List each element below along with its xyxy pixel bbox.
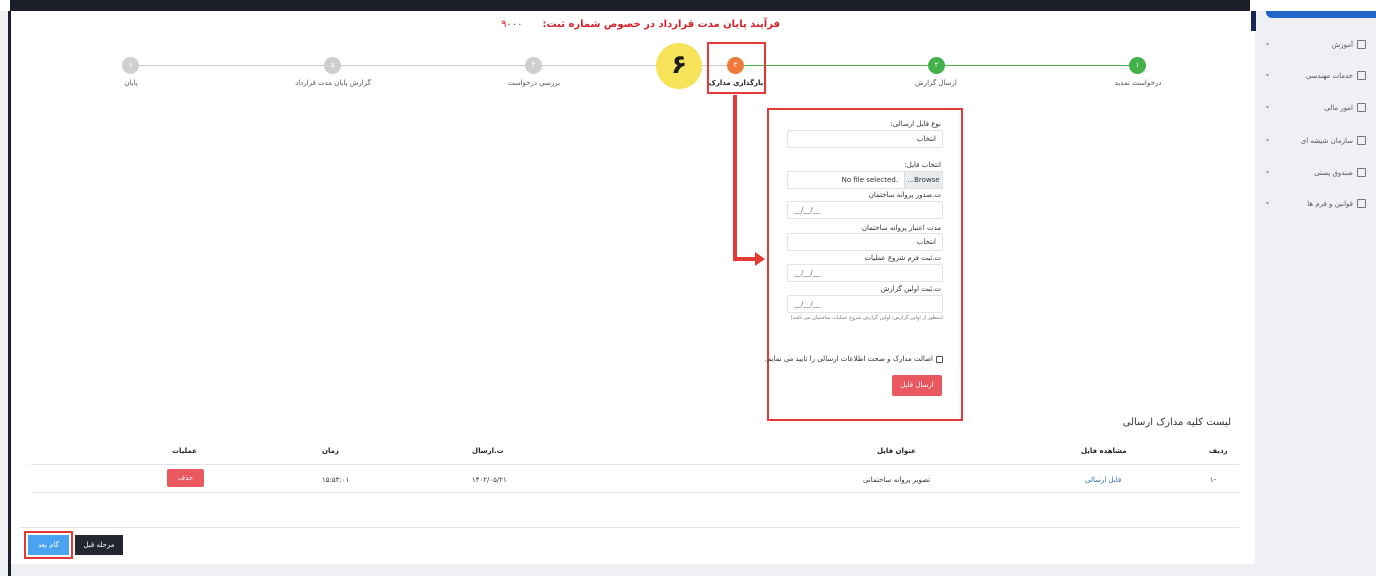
sidebar-item-glass-organization[interactable]: سازمان شیشه ای ▾	[1266, 136, 1366, 145]
first-report-label: ت.ثبت اولین گزارش	[880, 285, 941, 293]
permit-validity-label: مدت اعتبار پروانه ساختمان	[861, 224, 941, 232]
sidebar-item-mailbox[interactable]: صندوق پستی ▾	[1266, 168, 1366, 177]
top-frame	[0, 0, 1376, 11]
row-1-number: ۱-	[1210, 476, 1217, 484]
confirm-text: اصالت مدارک و صحت اطلاعات ارسالی را تایی…	[764, 355, 933, 363]
step-4-circle[interactable]: ۴	[525, 57, 542, 74]
chevron-down-icon: ▾	[1266, 104, 1270, 111]
annotation-arrow-vertical	[733, 95, 737, 261]
chevron-down-icon: ▾	[1266, 41, 1270, 48]
title-text: فرآیند پایان مدت قرارداد در خصوص شماره ث…	[542, 19, 780, 30]
sidebar-item-engineering[interactable]: خدمات مهندسی ▾	[1266, 71, 1366, 80]
send-file-button[interactable]: ارسال فایل	[892, 375, 942, 396]
sidebar-item-education[interactable]: آموزش ▾	[1266, 40, 1366, 49]
row-1-file-title: تصویر پروانه ساختمانی	[863, 476, 931, 484]
file-type-select[interactable]: انتخاب	[787, 130, 943, 148]
stepper-line-pending	[135, 65, 735, 66]
step-1-circle[interactable]: ۱	[1129, 57, 1146, 74]
sidebar-item-label: امور مالی	[1324, 103, 1353, 112]
sidebar-item-label: آموزش	[1331, 40, 1353, 49]
record-number: ۹۰۰۰	[501, 19, 523, 30]
finance-icon	[1357, 103, 1366, 112]
chevron-down-icon: ▾	[1266, 72, 1270, 79]
sidebar-item-finance[interactable]: امور مالی ▾	[1266, 103, 1366, 112]
education-icon	[1357, 40, 1366, 49]
step-5-label: گزارش پایان مدت قرارداد	[295, 79, 371, 87]
step-5-circle[interactable]: ۵	[324, 57, 341, 74]
rules-icon	[1357, 199, 1366, 208]
table-row-divider	[31, 492, 1239, 493]
chevron-down-icon: ▾	[1266, 137, 1270, 144]
step-6-circle[interactable]: ۶	[122, 57, 139, 74]
upload-form: نوع فایل ارسالی: انتخاب انتخاب فایل: No …	[765, 108, 963, 421]
header-file-title: عنوان فایل	[877, 447, 916, 455]
header-view-file: مشاهده فایل	[1081, 447, 1127, 455]
step-4-label: بررسی درخواست	[507, 79, 561, 87]
organization-icon	[1357, 136, 1366, 145]
file-input[interactable]: No file selected. ...Browse	[787, 171, 943, 189]
first-report-note: (منظور از اولین گزارش، اولین گزارش شروع …	[790, 315, 943, 321]
sidebar: آموزش ▾ خدمات مهندسی ▾ امور مالی ▾ سازما…	[1256, 11, 1376, 576]
file-type-label: نوع فایل ارسالی:	[890, 120, 941, 128]
step-6-label: پایان	[124, 79, 138, 87]
page-title: فرآیند پایان مدت قرارداد در خصوص شماره ث…	[501, 19, 780, 30]
previous-step-button[interactable]: مرحله قبل	[75, 535, 123, 555]
sidebar-item-label: سازمان شیشه ای	[1300, 136, 1353, 145]
sidebar-item-label: قوانین و فرم ها	[1307, 199, 1353, 208]
step-2-circle[interactable]: ۲	[928, 57, 945, 74]
row-1-send-date: ۱۴۰۲/۰۵/۲۱	[472, 476, 507, 484]
documents-list-title: لیست کلیه مدارک ارسالی	[1122, 417, 1231, 428]
table-header-divider	[31, 464, 1239, 465]
chevron-down-icon: ▾	[1266, 200, 1270, 207]
browse-button[interactable]: ...Browse	[904, 172, 942, 188]
header-row-number: ردیف	[1209, 447, 1228, 455]
permit-validity-select[interactable]: انتخاب	[787, 233, 943, 251]
row-1-delete-button[interactable]: حذف	[167, 469, 204, 487]
step-number-annotation: ۶	[656, 43, 702, 89]
start-form-date-input[interactable]: __/__/__	[787, 264, 943, 282]
file-none-text: No file selected.	[841, 176, 898, 184]
annotation-arrow-head	[755, 252, 765, 266]
header-send-date: ت.ارسال	[472, 447, 504, 455]
step-1-label: درخواست تمدید	[1114, 79, 1162, 87]
annotation-arrow-horizontal	[733, 257, 757, 261]
chevron-down-icon: ▾	[1266, 169, 1270, 176]
engineer-icon	[1357, 71, 1366, 80]
step-3-highlight-box	[707, 42, 766, 94]
row-1-view-file-link[interactable]: فایل ارسالی	[1085, 476, 1121, 484]
sidebar-active-tab[interactable]	[1266, 11, 1376, 18]
footer-divider	[20, 527, 1239, 528]
top-bar	[10, 0, 1250, 11]
step-2-label: ارسال گزارش	[915, 79, 957, 87]
permit-issue-label: ت.صدور پروانه ساختمان	[868, 191, 941, 199]
confirm-row[interactable]: اصالت مدارک و صحت اطلاعات ارسالی را تایی…	[765, 355, 943, 363]
first-report-date-input[interactable]: __/__/__	[787, 295, 943, 313]
confirm-checkbox[interactable]	[936, 355, 943, 363]
file-select-label: انتخاب فایل:	[904, 161, 941, 169]
header-time: زمان	[322, 447, 339, 455]
sidebar-item-rules-forms[interactable]: قوانین و فرم ها ▾	[1266, 199, 1366, 208]
permit-issue-date-input[interactable]: __/__/__	[787, 201, 943, 219]
header-operations: عملیات	[172, 447, 197, 455]
sidebar-item-label: خدمات مهندسی	[1305, 71, 1353, 80]
sidebar-item-label: صندوق پستی	[1314, 168, 1353, 177]
next-step-button[interactable]: گام بعد	[28, 535, 69, 555]
row-1-time: ۱۵:۵۳:۰۱	[322, 476, 350, 484]
start-form-label: ت.ثبت فرم شروع عملیات	[864, 254, 941, 262]
mailbox-icon	[1357, 168, 1366, 177]
